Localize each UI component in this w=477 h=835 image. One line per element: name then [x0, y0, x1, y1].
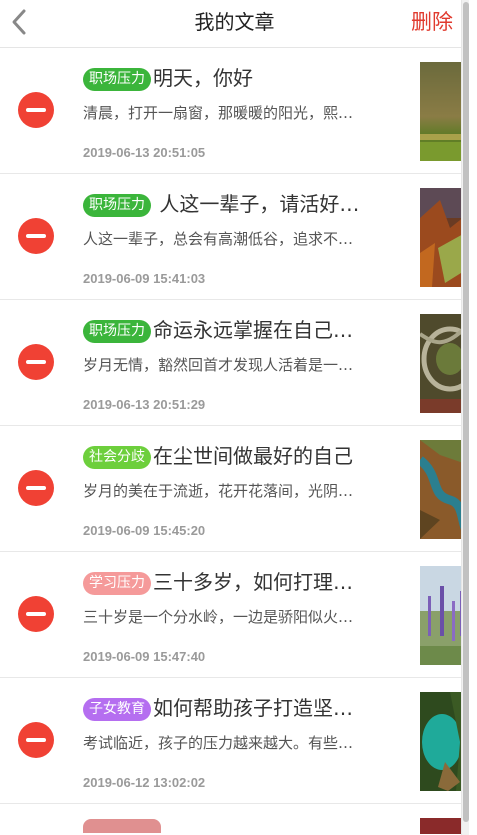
my-articles-page: 我的文章 删除 职场压力 明天，你好 清晨，打开一扇窗，那暖暖的阳光，熙… 201… [0, 0, 469, 835]
article-title-line[interactable]: 职场压力 明天，你好 [83, 63, 395, 93]
article-row[interactable]: 职场压力 人这一辈子，请活好… 人这一辈子，总会有高潮低谷，追求不… 2019-… [0, 174, 469, 300]
article-date: 2019-06-13 20:51:05 [83, 145, 206, 160]
article-summary: 岁月无情，豁然回首才发现人活着是一… [83, 356, 354, 374]
category-tag: 职场压力 [83, 320, 151, 343]
article-title-line[interactable]: 学习压力 三十多岁，如何打理… [83, 567, 395, 597]
vertical-scrollbar[interactable] [461, 0, 469, 835]
article-date: 2019-06-09 15:45:20 [83, 523, 206, 538]
article-title-line[interactable]: 社会分歧 在尘世间做最好的自己 [83, 441, 395, 471]
scrollbar-thumb[interactable] [463, 2, 469, 822]
article-list: 职场压力 明天，你好 清晨，打开一扇窗，那暖暖的阳光，熙… 2019-06-13 … [0, 48, 469, 804]
article-title: 在尘世间做最好的自己 [153, 444, 353, 468]
article-date: 2019-06-13 20:51:29 [83, 397, 206, 412]
category-tag [83, 819, 161, 833]
article-title: 如何帮助孩子打造坚… [153, 696, 353, 720]
article-summary: 清晨，打开一扇窗，那暖暖的阳光，熙… [83, 104, 354, 122]
article-date: 2019-06-09 15:47:40 [83, 649, 206, 664]
category-tag: 学习压力 [83, 572, 151, 595]
category-tag: 职场压力 [83, 194, 151, 217]
header-bar: 我的文章 删除 [0, 0, 469, 48]
article-summary: 人这一辈子，总会有高潮低谷，追求不… [83, 230, 354, 248]
article-title: 人这一辈子，请活好… [153, 192, 360, 216]
article-row-partial [0, 804, 469, 834]
remove-circle-icon[interactable] [18, 596, 54, 632]
remove-circle-icon[interactable] [18, 722, 54, 758]
article-title: 三十多岁，如何打理… [153, 570, 353, 594]
article-date: 2019-06-09 15:41:03 [83, 271, 206, 286]
page-title: 我的文章 [194, 10, 275, 34]
article-title: 命运永远掌握在自己… [153, 318, 353, 342]
delete-button[interactable]: 删除 [411, 8, 453, 36]
article-title-line[interactable]: 职场压力 人这一辈子，请活好… [83, 189, 395, 219]
article-summary: 考试临近，孩子的压力越来越大。有些… [83, 734, 354, 752]
article-summary: 三十岁是一个分水岭，一边是骄阳似火… [83, 608, 354, 626]
article-row[interactable]: 职场压力 明天，你好 清晨，打开一扇窗，那暖暖的阳光，熙… 2019-06-13 … [0, 48, 469, 174]
article-date: 2019-06-12 13:02:02 [83, 775, 206, 790]
article-summary: 岁月的美在于流逝，花开花落间，光阴… [83, 482, 354, 500]
remove-circle-icon[interactable] [18, 218, 54, 254]
article-row[interactable]: 社会分歧 在尘世间做最好的自己 岁月的美在于流逝，花开花落间，光阴… 2019-0… [0, 426, 469, 552]
article-row[interactable]: 学习压力 三十多岁，如何打理… 三十岁是一个分水岭，一边是骄阳似火… 2019-0… [0, 552, 469, 678]
category-tag: 社会分歧 [83, 446, 151, 469]
article-title-line[interactable]: 子女教育 如何帮助孩子打造坚… [83, 693, 395, 723]
article-row[interactable]: 职场压力 命运永远掌握在自己… 岁月无情，豁然回首才发现人活着是一… 2019-0… [0, 300, 469, 426]
remove-circle-icon[interactable] [18, 470, 54, 506]
article-title-line[interactable]: 职场压力 命运永远掌握在自己… [83, 315, 395, 345]
remove-circle-icon[interactable] [18, 344, 54, 380]
category-tag: 职场压力 [83, 68, 151, 91]
article-row[interactable]: 子女教育 如何帮助孩子打造坚… 考试临近，孩子的压力越来越大。有些… 2019-0… [0, 678, 469, 804]
article-title: 明天，你好 [153, 66, 253, 90]
category-tag: 子女教育 [83, 698, 151, 721]
remove-circle-icon[interactable] [18, 92, 54, 128]
